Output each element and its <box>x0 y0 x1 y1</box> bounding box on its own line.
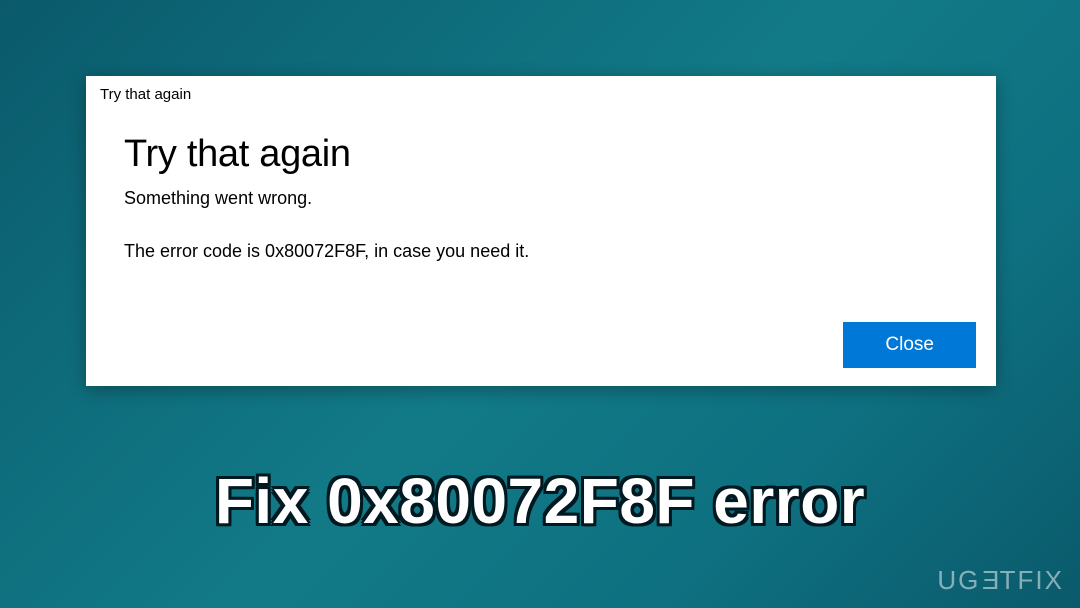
dialog-subtext: Something went wrong. <box>124 188 958 209</box>
image-caption: Fix 0x80072F8F error <box>215 464 865 538</box>
dialog-titlebar: Try that again <box>86 76 996 109</box>
dialog-footer: Close <box>843 322 976 368</box>
dialog-heading: Try that again <box>124 133 958 176</box>
dialog-content: Try that again Something went wrong. The… <box>86 109 996 262</box>
error-dialog: Try that again Try that again Something … <box>86 76 996 386</box>
watermark: UGETFIX <box>937 565 1064 596</box>
close-button[interactable]: Close <box>843 322 976 368</box>
dialog-error-text: The error code is 0x80072F8F, in case yo… <box>124 241 958 262</box>
